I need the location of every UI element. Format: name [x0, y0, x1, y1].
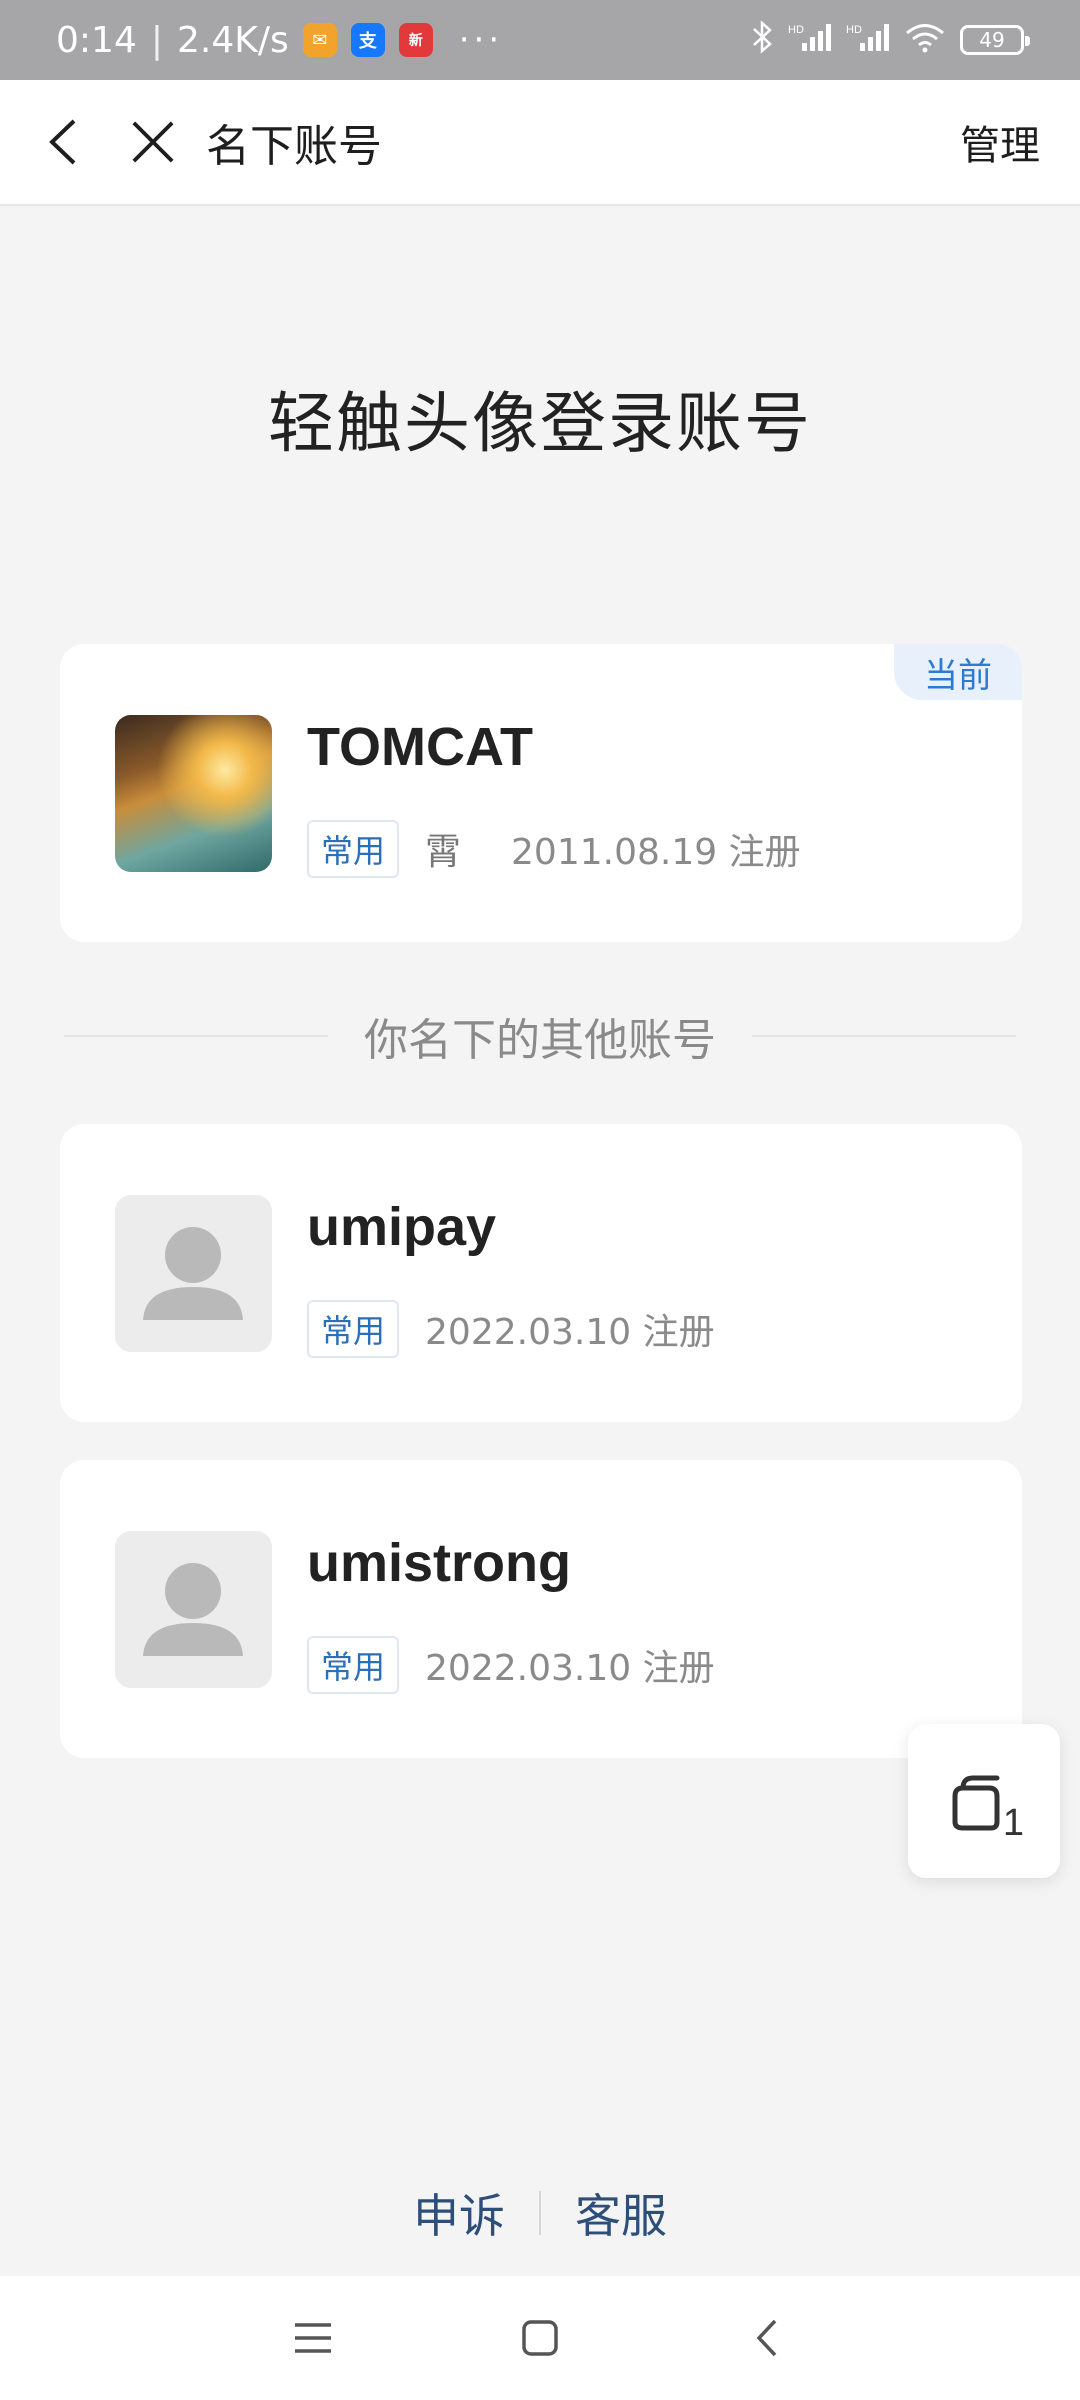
account-meta: 常用 霄 2011.08.19 注册 — [307, 820, 801, 878]
footer-links: 申诉 客服 — [0, 2180, 1080, 2246]
divider-line — [752, 1035, 1016, 1037]
frequent-tag: 常用 — [307, 820, 400, 878]
avatar[interactable] — [115, 1195, 272, 1352]
bluetooth-icon — [750, 19, 774, 61]
tabs-count: 1 — [1002, 1802, 1024, 1844]
account-username: umistrong — [307, 1533, 571, 1593]
signal-icon-2: HD — [846, 21, 890, 60]
back-icon[interactable] — [737, 2308, 797, 2368]
wifi-icon — [904, 21, 946, 60]
account-meta: 常用 2022.03.10 注册 — [307, 1636, 715, 1694]
avatar[interactable] — [115, 715, 272, 872]
svg-text:HD: HD — [788, 24, 804, 36]
navigation-bar: 名下账号 管理 — [0, 80, 1080, 206]
account-card-umipay[interactable]: umipay 常用 2022.03.10 注册 — [60, 1124, 1022, 1422]
chevron-left-icon[interactable] — [40, 119, 86, 165]
tabs-button[interactable]: 1 — [908, 1724, 1060, 1878]
frequent-tag: 常用 — [307, 1300, 400, 1358]
current-badge: 当前 — [894, 644, 1022, 700]
news-app-icon: 新 — [398, 23, 433, 57]
account-nickname: 霄 — [425, 832, 462, 873]
login-heading: 轻触头像登录账号 — [268, 385, 812, 462]
status-network-speed: 2.4K/s — [176, 19, 289, 61]
frequent-tag: 常用 — [307, 1636, 400, 1694]
svg-text:HD: HD — [846, 24, 862, 36]
menu-icon[interactable] — [283, 2308, 343, 2368]
more-notifications-icon: ··· — [458, 20, 504, 60]
status-time: 0:14 — [56, 19, 137, 61]
close-icon[interactable] — [130, 119, 176, 165]
registration-date: 2011.08.19 注册 — [511, 832, 801, 873]
appeal-link[interactable]: 申诉 — [413, 2180, 505, 2246]
system-navigation-bar — [0, 2276, 1080, 2400]
divider-line — [64, 1035, 328, 1037]
battery-icon: 49 — [960, 25, 1030, 55]
signal-icon: HD — [788, 21, 832, 60]
avatar[interactable] — [115, 1531, 272, 1688]
current-account-card[interactable]: 当前 TOMCAT 常用 霄 2011.08.19 注册 — [60, 644, 1022, 942]
account-meta: 常用 2022.03.10 注册 — [307, 1300, 715, 1358]
account-username: TOMCAT — [307, 717, 533, 777]
other-accounts-label: 你名下的其他账号 — [364, 1015, 716, 1066]
page-title: 名下账号 — [206, 121, 382, 172]
manage-button[interactable]: 管理 — [960, 113, 1040, 171]
home-icon[interactable] — [510, 2308, 570, 2368]
footer-separator — [539, 2191, 541, 2235]
mail-app-icon: ✉ — [302, 23, 337, 57]
account-card-umistrong[interactable]: umistrong 常用 2022.03.10 注册 — [60, 1460, 1022, 1758]
registration-date: 2022.03.10 注册 — [425, 1648, 715, 1689]
account-username: umipay — [307, 1197, 497, 1257]
status-separator: | — [150, 19, 163, 61]
registration-date: 2022.03.10 注册 — [425, 1312, 715, 1353]
default-avatar-icon — [143, 1563, 243, 1656]
alipay-app-icon: 支 — [350, 23, 385, 57]
status-bar: 0:14 | 2.4K/s ✉ 支 新 ··· HD HD 49 — [0, 0, 1080, 80]
customer-service-link[interactable]: 客服 — [575, 2180, 667, 2246]
default-avatar-icon — [143, 1227, 243, 1320]
other-accounts-divider: 你名下的其他账号 — [64, 1006, 1016, 1066]
